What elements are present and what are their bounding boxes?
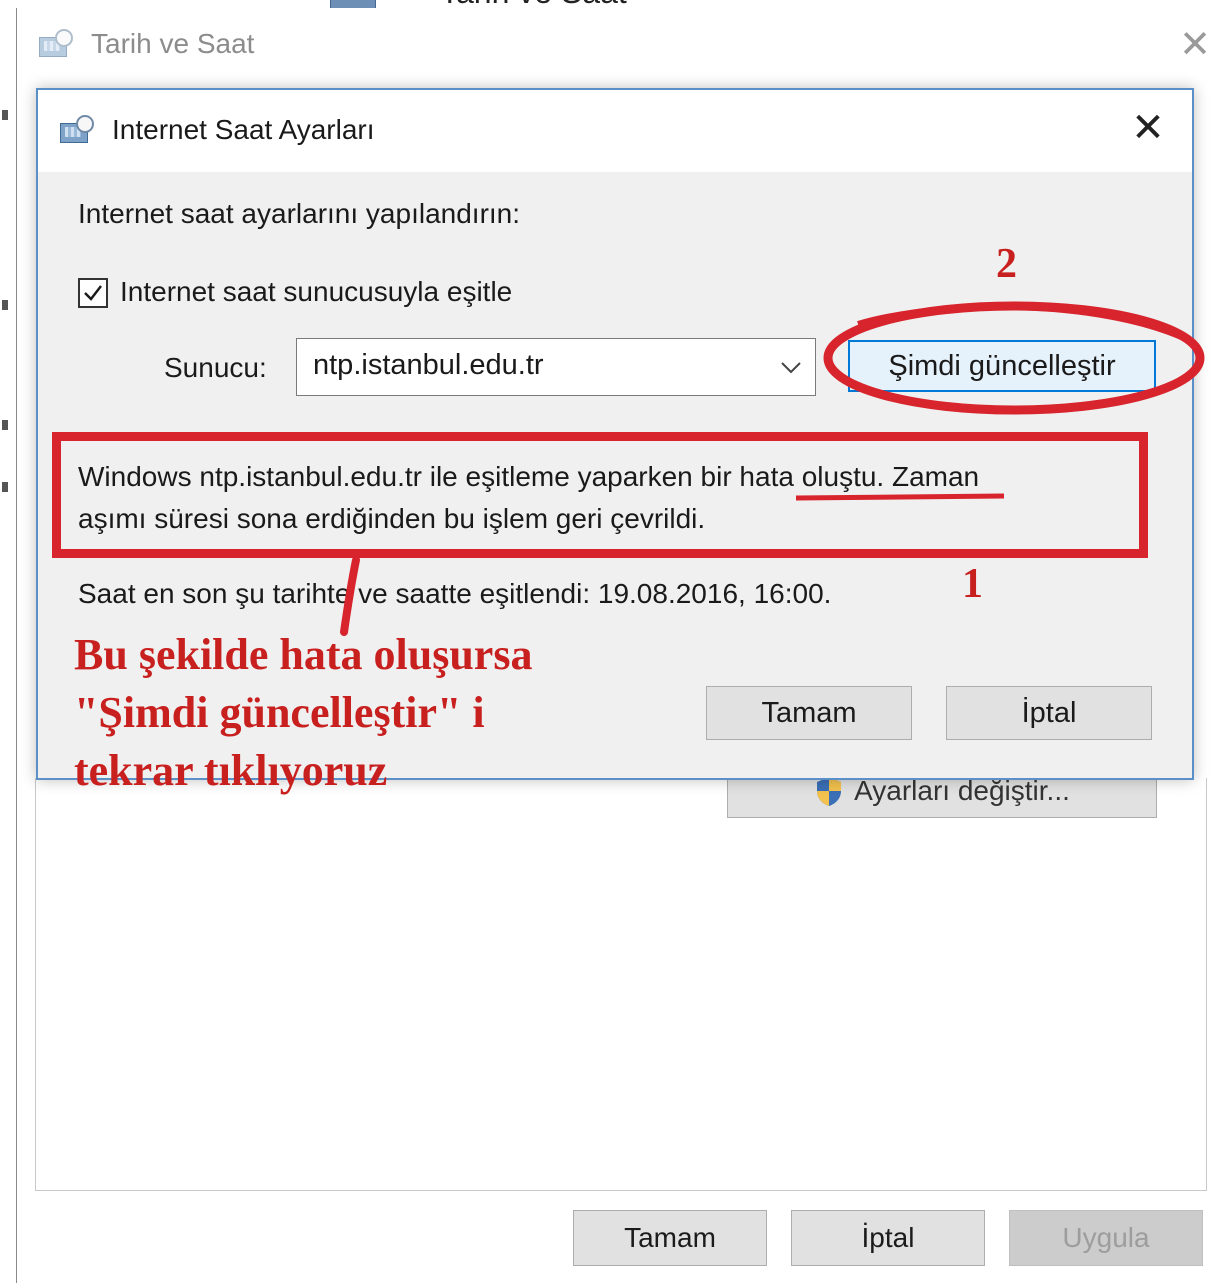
sync-checkbox[interactable] — [78, 278, 108, 308]
server-label: Sunucu: — [164, 352, 267, 383]
dialog-heading: Internet saat ayarlarını yapılandırın: — [78, 198, 521, 229]
sync-error-message: Windows ntp.istanbul.edu.tr ile eşitleme… — [78, 456, 1158, 540]
date-time-icon — [60, 115, 94, 145]
annotation-marker-1: 1 — [962, 561, 983, 607]
server-combobox[interactable]: ntp.istanbul.edu.tr — [296, 338, 816, 396]
checkmark-icon — [84, 285, 102, 301]
parent-window-titlebar: Tarih ve Saat — [39, 28, 254, 60]
background-edge — [0, 0, 14, 1283]
error-line-1: Windows ntp.istanbul.edu.tr ile eşitleme… — [78, 461, 980, 492]
chevron-down-icon[interactable] — [779, 357, 803, 377]
dialog-cancel-button[interactable]: İptal — [946, 686, 1152, 740]
change-settings-button[interactable]: Ayarları değiştir... — [727, 774, 1157, 818]
annotation-marker-2: 2 — [996, 241, 1017, 287]
dialog-ok-button[interactable]: Tamam — [706, 686, 912, 740]
annotation-note-line-2: "Şimdi güncelleştir" i — [74, 688, 485, 737]
parent-apply-button[interactable]: Uygula — [1009, 1210, 1203, 1266]
dialog-close-icon[interactable]: ✕ — [1128, 108, 1168, 148]
date-time-icon — [39, 29, 73, 59]
parent-ok-button[interactable]: Tamam — [573, 1210, 767, 1266]
error-line-2: aşımı süresi sona erdiğinden bu işlem ge… — [78, 503, 706, 534]
dialog-titlebar: Internet Saat Ayarları ✕ — [38, 90, 1192, 172]
annotation-note-line-3: tekrar tıklıyoruz — [74, 746, 388, 795]
annotation-note: Bu şekilde hata oluşursa "Şimdi güncelle… — [74, 626, 532, 800]
server-value[interactable]: ntp.istanbul.edu.tr — [313, 349, 544, 382]
background-window-titlebar: Tarih ve Saat — [0, 0, 1224, 10]
update-now-button[interactable]: Şimdi güncelleştir — [848, 340, 1156, 392]
annotation-note-line-1: Bu şekilde hata oluşursa — [74, 630, 533, 679]
sync-checkbox-label[interactable]: Internet saat sunucusuyla eşitle — [120, 276, 512, 308]
last-sync-text: Saat en son şu tarihte ve saatte eşitlen… — [78, 578, 832, 609]
parent-content-panel — [35, 778, 1207, 1191]
parent-cancel-button[interactable]: İptal — [791, 1210, 985, 1266]
parent-window-title: Tarih ve Saat — [91, 28, 255, 59]
parent-close-icon[interactable]: ✕ — [1177, 25, 1213, 63]
dialog-title: Internet Saat Ayarları — [112, 114, 375, 145]
